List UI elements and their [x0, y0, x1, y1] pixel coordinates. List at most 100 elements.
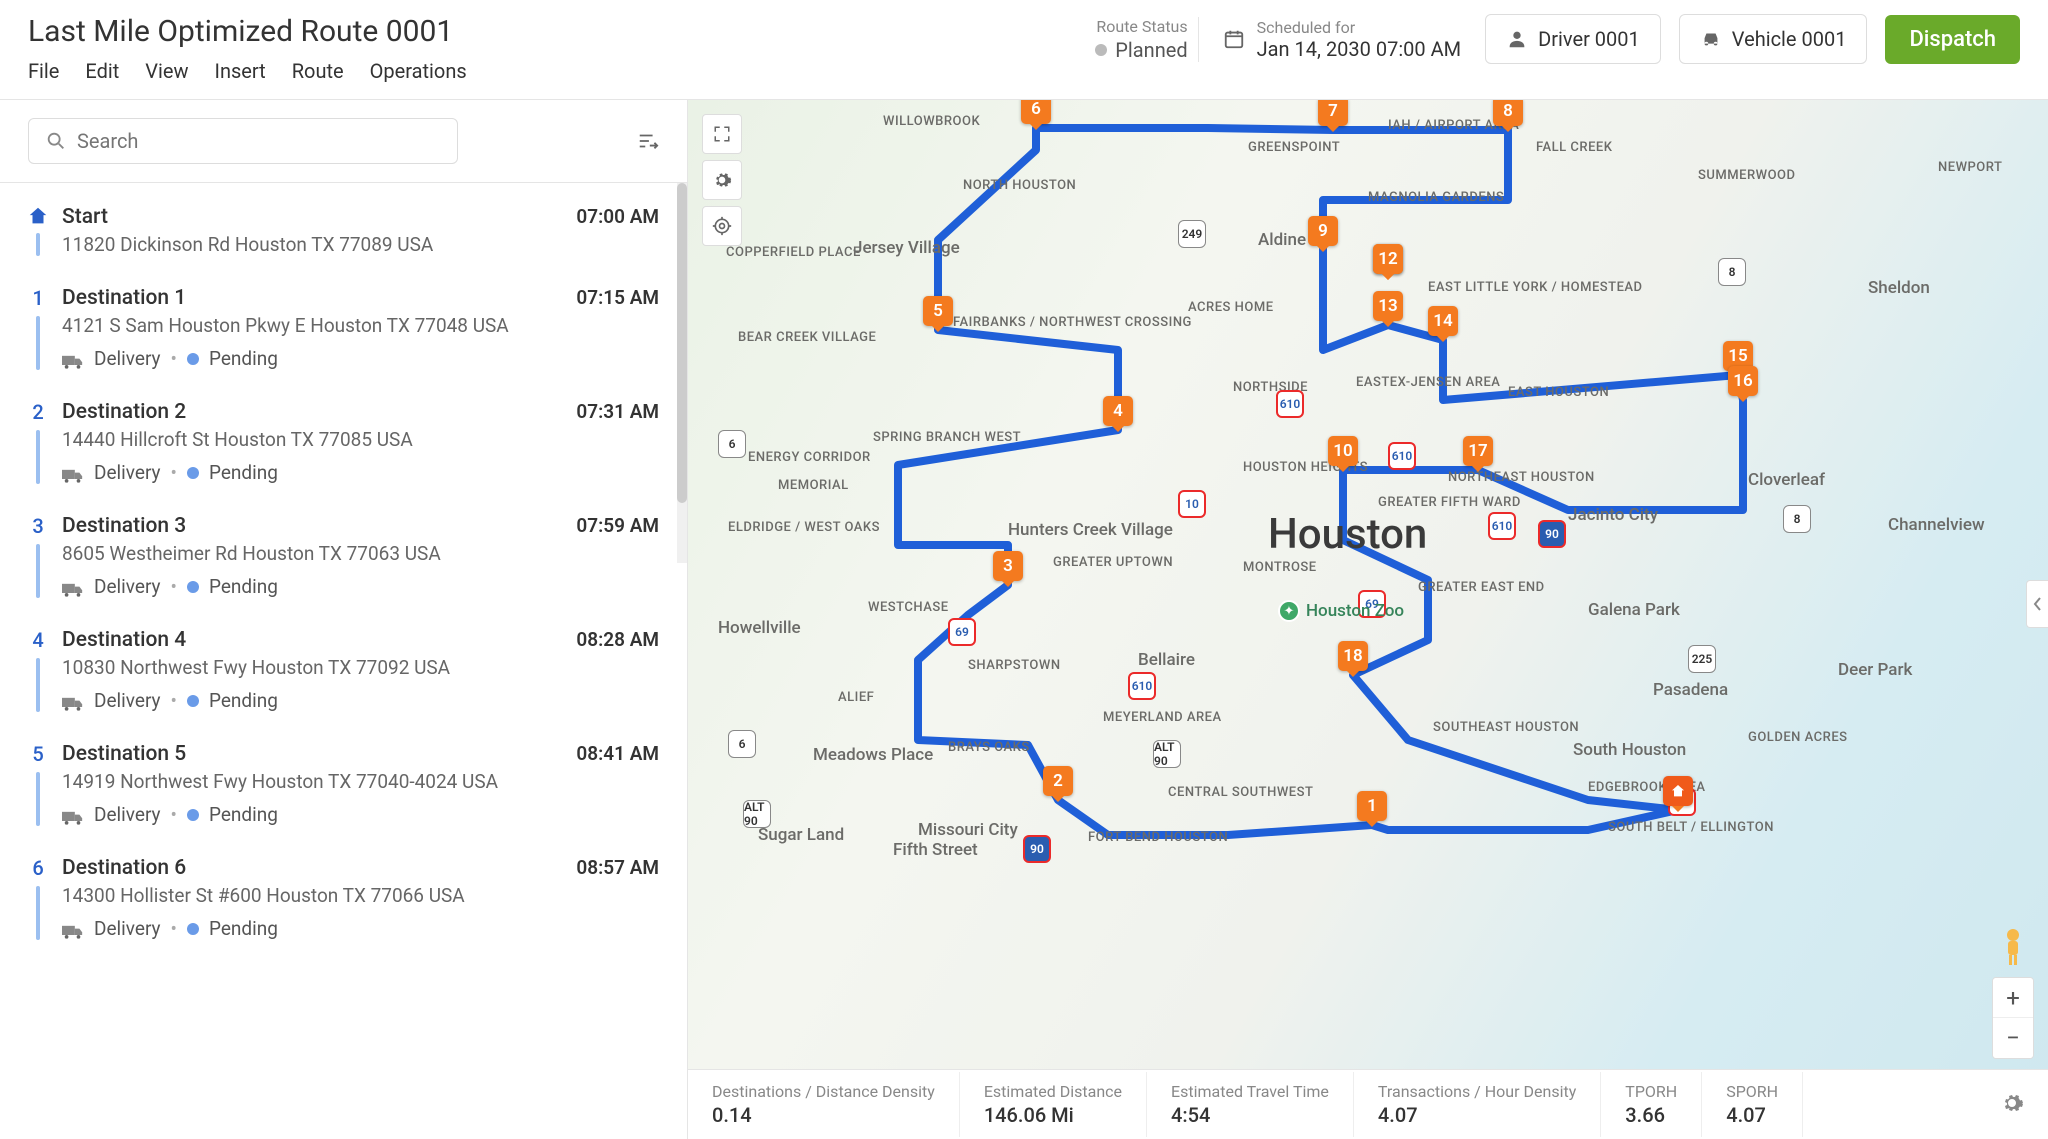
menu-item-insert[interactable]: Insert [215, 59, 266, 83]
stat-cell: Destinations / Distance Density0.14 [688, 1072, 960, 1137]
menu-item-route[interactable]: Route [292, 59, 344, 83]
map-marker-10[interactable]: 10 [1328, 436, 1358, 470]
destination-address: 11820 Dickinson Rd Houston TX 77089 USA [62, 233, 542, 256]
zoom-control: + − [1992, 977, 2034, 1059]
user-icon [1506, 28, 1528, 50]
zoom-in-button[interactable]: + [1993, 978, 2033, 1018]
highway-shield: 6 [718, 430, 746, 458]
highway-shield: 610 [1276, 390, 1304, 418]
delivery-type: Delivery [94, 575, 161, 598]
collapse-panel-button[interactable] [2026, 580, 2048, 628]
destination-title: Destination 6 [62, 856, 186, 880]
area-label: Hunters Creek Village [1008, 520, 1173, 540]
area-label: MAGNOLIA GARDENS [1368, 190, 1504, 205]
area-label: MONTROSE [1243, 560, 1317, 575]
area-label: BEAR CREEK VILLAGE [738, 330, 876, 345]
map-marker-14[interactable]: 14 [1428, 306, 1458, 340]
area-label: NORTH HOUSTON [963, 178, 1076, 193]
menu-item-edit[interactable]: Edit [85, 59, 119, 83]
footer-settings-button[interactable] [1976, 1091, 2048, 1119]
home-icon [27, 205, 49, 227]
area-label: Galena Park [1588, 600, 1680, 620]
map-marker-1[interactable]: 1 [1357, 791, 1387, 825]
menu-item-operations[interactable]: Operations [370, 59, 467, 83]
fullscreen-button[interactable] [702, 114, 742, 154]
truck-icon [62, 465, 84, 481]
sort-icon[interactable] [637, 130, 659, 152]
destination-address: 14440 Hillcroft St Houston TX 77085 USA [62, 428, 542, 451]
destination-item[interactable]: 2Destination 207:31 AM14440 Hillcroft St… [0, 386, 687, 500]
destination-item[interactable]: 4Destination 408:28 AM10830 Northwest Fw… [0, 614, 687, 728]
map-marker-5[interactable]: 5 [923, 296, 953, 330]
map-marker-7[interactable]: 7 [1318, 100, 1348, 130]
stat-value: 4.07 [1378, 1103, 1576, 1127]
stat-label: Destinations / Distance Density [712, 1082, 935, 1101]
menu-item-view[interactable]: View [145, 59, 188, 83]
area-label: MEYERLAND AREA [1103, 710, 1222, 725]
area-label: WESTCHASE [868, 600, 949, 615]
map-controls-right: + − [1992, 927, 2034, 1059]
menu-item-file[interactable]: File [28, 59, 59, 83]
highway-shield: 90 [1538, 520, 1566, 548]
destination-title: Destination 4 [62, 628, 186, 652]
area-label: ENERGY CORRIDOR [748, 450, 871, 465]
vehicle-label: Vehicle 0001 [1732, 27, 1847, 51]
dispatch-button[interactable]: Dispatch [1885, 15, 2020, 64]
area-label: Aldine [1258, 230, 1306, 250]
poi-houston-zoo[interactable]: ✦ Houston Zoo [1278, 600, 1404, 622]
destination-number: 6 [32, 856, 43, 880]
vehicle-button[interactable]: Vehicle 0001 [1679, 14, 1868, 64]
destination-number: 1 [32, 286, 43, 310]
map-marker-3[interactable]: 3 [993, 551, 1023, 585]
destination-item[interactable]: Start07:00 AM11820 Dickinson Rd Houston … [0, 191, 687, 272]
map[interactable]: WILLOWBROOKNORTH HOUSTONCOPPERFIELD PLAC… [688, 100, 2048, 1139]
stat-cell: Estimated Travel Time4:54 [1147, 1072, 1354, 1137]
area-label: GREATER UPTOWN [1053, 555, 1173, 570]
map-marker-4[interactable]: 4 [1103, 396, 1133, 430]
search-input[interactable] [77, 129, 441, 153]
map-marker-12[interactable]: 12 [1373, 244, 1403, 278]
streetview-pegman[interactable] [1999, 927, 2027, 967]
truck-icon [62, 807, 84, 823]
destination-item[interactable]: 6Destination 608:57 AM14300 Hollister St… [0, 842, 687, 956]
delivery-type: Delivery [94, 917, 161, 940]
settings-button[interactable] [702, 160, 742, 200]
destination-item[interactable]: 3Destination 307:59 AM8605 Westheimer Rd… [0, 500, 687, 614]
destination-title: Destination 1 [62, 286, 186, 310]
menu-bar: File Edit View Insert Route Operations [28, 59, 467, 83]
destination-title: Destination 2 [62, 400, 186, 424]
area-label: Howellville [718, 618, 801, 638]
scheduled-value: Jan 14, 2030 07:00 AM [1257, 37, 1462, 61]
destination-number: 3 [32, 514, 43, 538]
status-dot-icon [187, 923, 199, 935]
locate-button[interactable] [702, 206, 742, 246]
map-marker-13[interactable]: 13 [1373, 291, 1403, 325]
route-status-block: Route Status Planned [1095, 17, 1198, 62]
stat-label: Estimated Distance [984, 1082, 1122, 1101]
map-marker-18[interactable]: 18 [1338, 641, 1368, 675]
area-label: FALL CREEK [1536, 140, 1613, 155]
destination-item[interactable]: 5Destination 508:41 AM14919 Northwest Fw… [0, 728, 687, 842]
route-status-value: Planned [1115, 38, 1187, 62]
delivery-status: Pending [209, 917, 278, 940]
map-marker-8[interactable]: 8 [1493, 100, 1523, 130]
map-marker-home[interactable] [1663, 776, 1693, 810]
area-label: ACRES HOME [1188, 300, 1274, 315]
search-box[interactable] [28, 118, 458, 164]
map-marker-9[interactable]: 9 [1308, 216, 1338, 250]
map-marker-16[interactable]: 16 [1728, 366, 1758, 400]
delivery-status: Pending [209, 803, 278, 826]
map-marker-2[interactable]: 2 [1043, 766, 1073, 800]
scheduled-label: Scheduled for [1257, 18, 1462, 37]
highway-shield: 90 [1023, 835, 1051, 863]
map-marker-6[interactable]: 6 [1021, 100, 1051, 128]
delivery-type: Delivery [94, 689, 161, 712]
driver-button[interactable]: Driver 0001 [1485, 14, 1661, 64]
map-marker-17[interactable]: 17 [1463, 436, 1493, 470]
destination-item[interactable]: 1Destination 107:15 AM4121 S Sam Houston… [0, 272, 687, 386]
area-label: Bellaire [1138, 650, 1195, 670]
area-label: Sugar Land [758, 825, 844, 845]
area-label: Meadows Place [813, 745, 933, 765]
destination-list[interactable]: Start07:00 AM11820 Dickinson Rd Houston … [0, 183, 687, 1139]
zoom-out-button[interactable]: − [1993, 1018, 2033, 1058]
